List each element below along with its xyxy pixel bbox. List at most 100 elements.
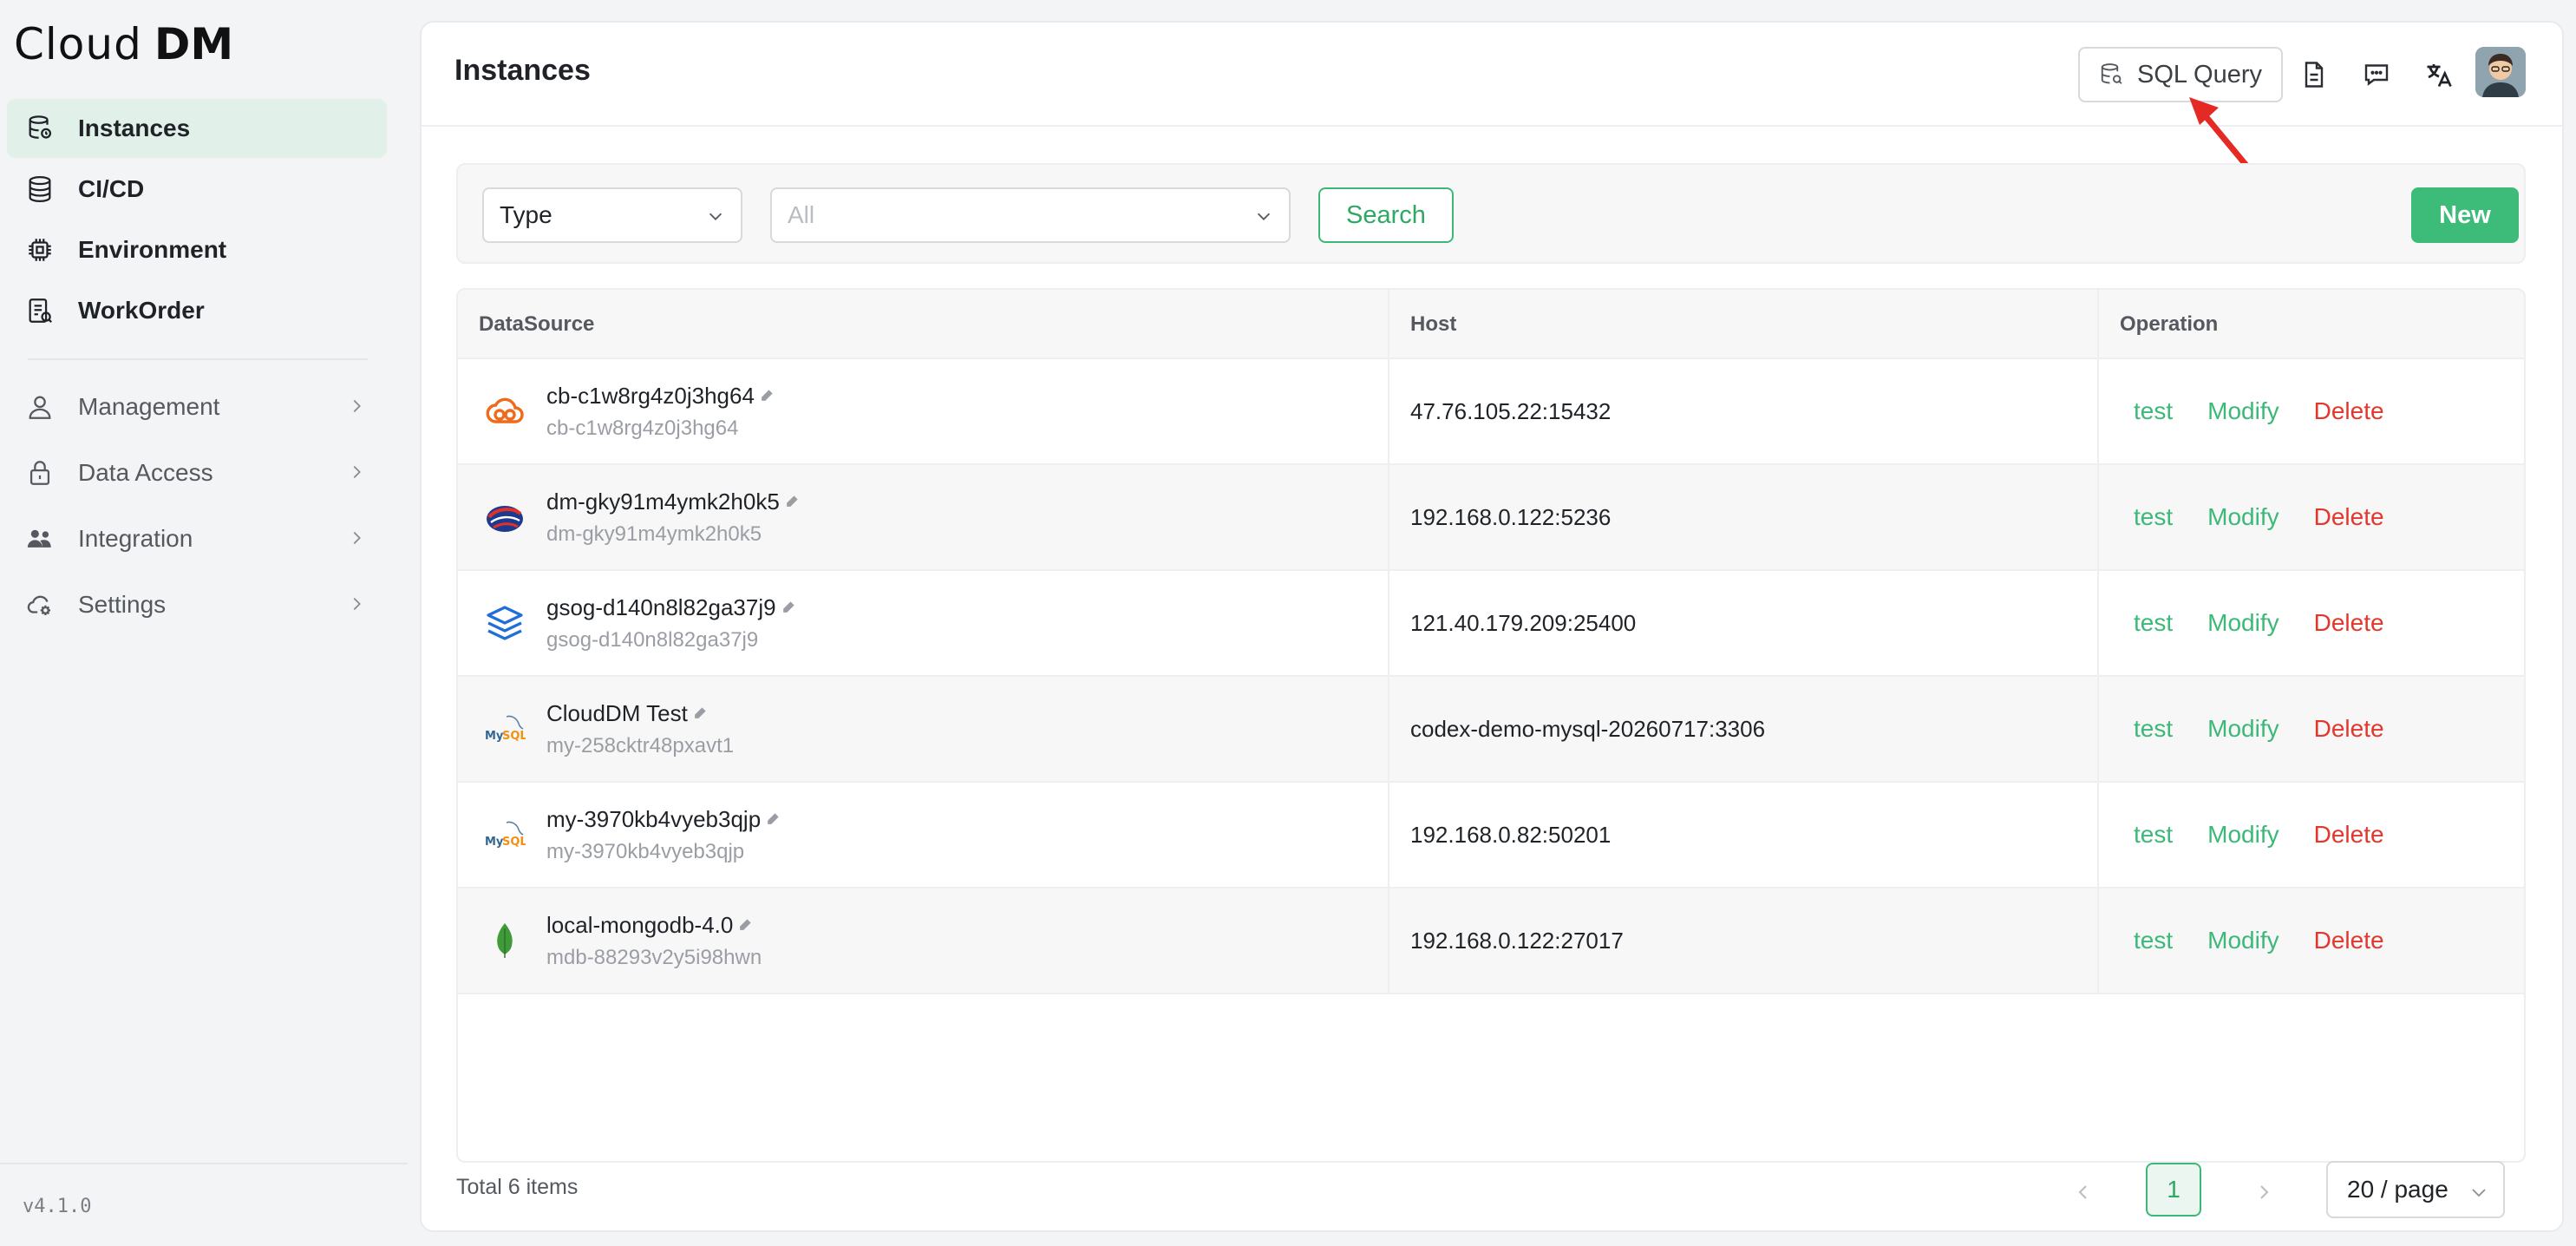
datasource-name[interactable]: gsog-d140n8l82ga37j9 <box>546 594 797 621</box>
modify-link[interactable]: Modify <box>2207 397 2279 425</box>
datasource-name-text: CloudDM Test <box>546 699 688 726</box>
host-cell: 192.168.0.82:50201 <box>1389 783 2099 887</box>
datasource-name-text: local-mongodb-4.0 <box>546 911 734 938</box>
datasource-name[interactable]: my-3970kb4vyeb3qjp <box>546 806 781 833</box>
sidebar-item-label: Management <box>78 393 220 420</box>
modify-link[interactable]: Modify <box>2207 821 2279 849</box>
test-link[interactable]: test <box>2134 397 2173 425</box>
delete-link[interactable]: Delete <box>2314 715 2384 743</box>
datasource-id: my-3970kb4vyeb3qjp <box>546 839 745 863</box>
sidebar-item-integration[interactable]: Integration <box>7 507 387 571</box>
column-header-datasource: DataSource <box>458 290 1389 359</box>
database-icon <box>24 113 56 144</box>
datasource-cell: My SQL CloudDM Test my-258cktr48pxavt1 <box>458 677 1389 781</box>
page-1-button[interactable]: 1 <box>2146 1163 2201 1216</box>
sidebar-item-label: Instances <box>78 115 191 141</box>
next-page-icon[interactable] <box>2253 1182 2274 1203</box>
column-header-host: Host <box>1389 290 2099 359</box>
chevron-right-icon <box>353 465 361 479</box>
modify-link[interactable]: Modify <box>2207 927 2279 954</box>
operation-cell: test Modify Delete <box>2099 359 2524 463</box>
pencil-icon[interactable] <box>691 705 709 722</box>
datasource-select-placeholder: All <box>788 201 815 228</box>
delete-link[interactable]: Delete <box>2314 609 2384 637</box>
page-size-select[interactable]: 20 / page <box>2326 1161 2505 1218</box>
datasource-name-text: dm-gky91m4ymk2h0k5 <box>546 488 780 515</box>
prev-page-icon[interactable] <box>2073 1182 2094 1203</box>
chip-icon <box>24 234 56 266</box>
mysql-icon: My SQL <box>484 814 526 856</box>
user-avatar-icon <box>2475 47 2526 97</box>
datasource-name-text: my-3970kb4vyeb3qjp <box>546 805 762 832</box>
translate-icon[interactable] <box>2420 56 2458 94</box>
datasource-cell: My SQL my-3970kb4vyeb3qjp my-3970kb4vyeb3… <box>458 783 1389 887</box>
new-button[interactable]: New <box>2411 187 2519 243</box>
pencil-icon[interactable] <box>764 810 781 828</box>
table-row: cb-c1w8rg4z0j3hg64 cb-c1w8rg4z0j3hg64 47… <box>458 359 2524 465</box>
test-link[interactable]: test <box>2134 609 2173 637</box>
pencil-icon[interactable] <box>783 493 801 510</box>
sidebar-item-label: Environment <box>78 236 227 263</box>
delete-link[interactable]: Delete <box>2314 503 2384 531</box>
datasource-name[interactable]: cb-c1w8rg4z0j3hg64 <box>546 383 775 410</box>
test-link[interactable]: test <box>2134 821 2173 849</box>
search-button[interactable]: Search <box>1318 187 1454 243</box>
chevron-right-icon <box>353 597 361 611</box>
operation-cell: test Modify Delete <box>2099 571 2524 675</box>
datasource-id: dm-gky91m4ymk2h0k5 <box>546 521 762 546</box>
test-link[interactable]: test <box>2134 503 2173 531</box>
chevron-right-icon <box>353 531 361 545</box>
svg-text:SQL: SQL <box>502 730 526 743</box>
pencil-icon[interactable] <box>780 599 797 616</box>
table-row: My SQL CloudDM Test my-258cktr48pxavt1 co… <box>458 677 2524 783</box>
type-select[interactable]: Type <box>482 187 742 243</box>
sidebar-item-cicd[interactable]: CI/CD <box>7 160 387 219</box>
svg-text:SQL: SQL <box>502 836 526 849</box>
avatar[interactable] <box>2475 47 2526 97</box>
delete-link[interactable]: Delete <box>2314 927 2384 954</box>
logo-text-cloud: Cloud <box>14 19 142 69</box>
topbar: Instances SQL Query <box>422 23 2562 175</box>
sql-query-label: SQL Query <box>2137 60 2262 89</box>
cloud-db-icon <box>484 390 526 432</box>
lock-icon <box>24 457 56 489</box>
total-items: Total 6 items <box>456 1175 579 1199</box>
pencil-icon[interactable] <box>758 387 775 404</box>
document-icon[interactable] <box>2295 56 2333 94</box>
table-row: gsog-d140n8l82ga37j9 gsog-d140n8l82ga37j… <box>458 571 2524 677</box>
delete-link[interactable]: Delete <box>2314 397 2384 425</box>
sidebar-item-instances[interactable]: Instances <box>7 99 387 158</box>
secondary-nav: Management Data Access Integration Setti… <box>7 375 387 639</box>
delete-link[interactable]: Delete <box>2314 821 2384 849</box>
message-icon[interactable] <box>2357 56 2396 94</box>
operation-cell: test Modify Delete <box>2099 465 2524 569</box>
database-search-icon <box>2101 63 2122 84</box>
stack-icon <box>24 174 56 205</box>
pencil-icon[interactable] <box>736 916 754 934</box>
sidebar-item-settings[interactable]: Settings <box>7 573 387 637</box>
sidebar-item-management[interactable]: Management <box>7 375 387 439</box>
app-logo[interactable]: Cloud DM <box>14 17 233 71</box>
svg-text:My: My <box>485 730 504 743</box>
test-link[interactable]: test <box>2134 715 2173 743</box>
datasource-name-text: gsog-d140n8l82ga37j9 <box>546 593 776 620</box>
clipboard-icon <box>24 295 56 326</box>
datasource-name[interactable]: local-mongodb-4.0 <box>546 912 762 939</box>
modify-link[interactable]: Modify <box>2207 715 2279 743</box>
datasource-select[interactable]: All <box>770 187 1291 243</box>
sidebar-item-environment[interactable]: Environment <box>7 220 387 279</box>
sidebar-item-data-access[interactable]: Data Access <box>7 441 387 505</box>
user-icon <box>24 391 56 423</box>
datasource-cell: cb-c1w8rg4z0j3hg64 cb-c1w8rg4z0j3hg64 <box>458 359 1389 463</box>
modify-link[interactable]: Modify <box>2207 609 2279 637</box>
datasource-name[interactable]: dm-gky91m4ymk2h0k5 <box>546 489 801 515</box>
test-link[interactable]: test <box>2134 927 2173 954</box>
operation-cell: test Modify Delete <box>2099 889 2524 993</box>
modify-link[interactable]: Modify <box>2207 503 2279 531</box>
host-cell: 192.168.0.122:27017 <box>1389 889 2099 993</box>
page-size-value: 20 / page <box>2347 1176 2449 1203</box>
sql-query-button[interactable]: SQL Query <box>2078 47 2283 102</box>
datasource-name[interactable]: CloudDM Test <box>546 700 734 727</box>
sidebar-item-workorder[interactable]: WorkOrder <box>7 281 387 340</box>
chevron-down-icon <box>1257 213 1271 220</box>
